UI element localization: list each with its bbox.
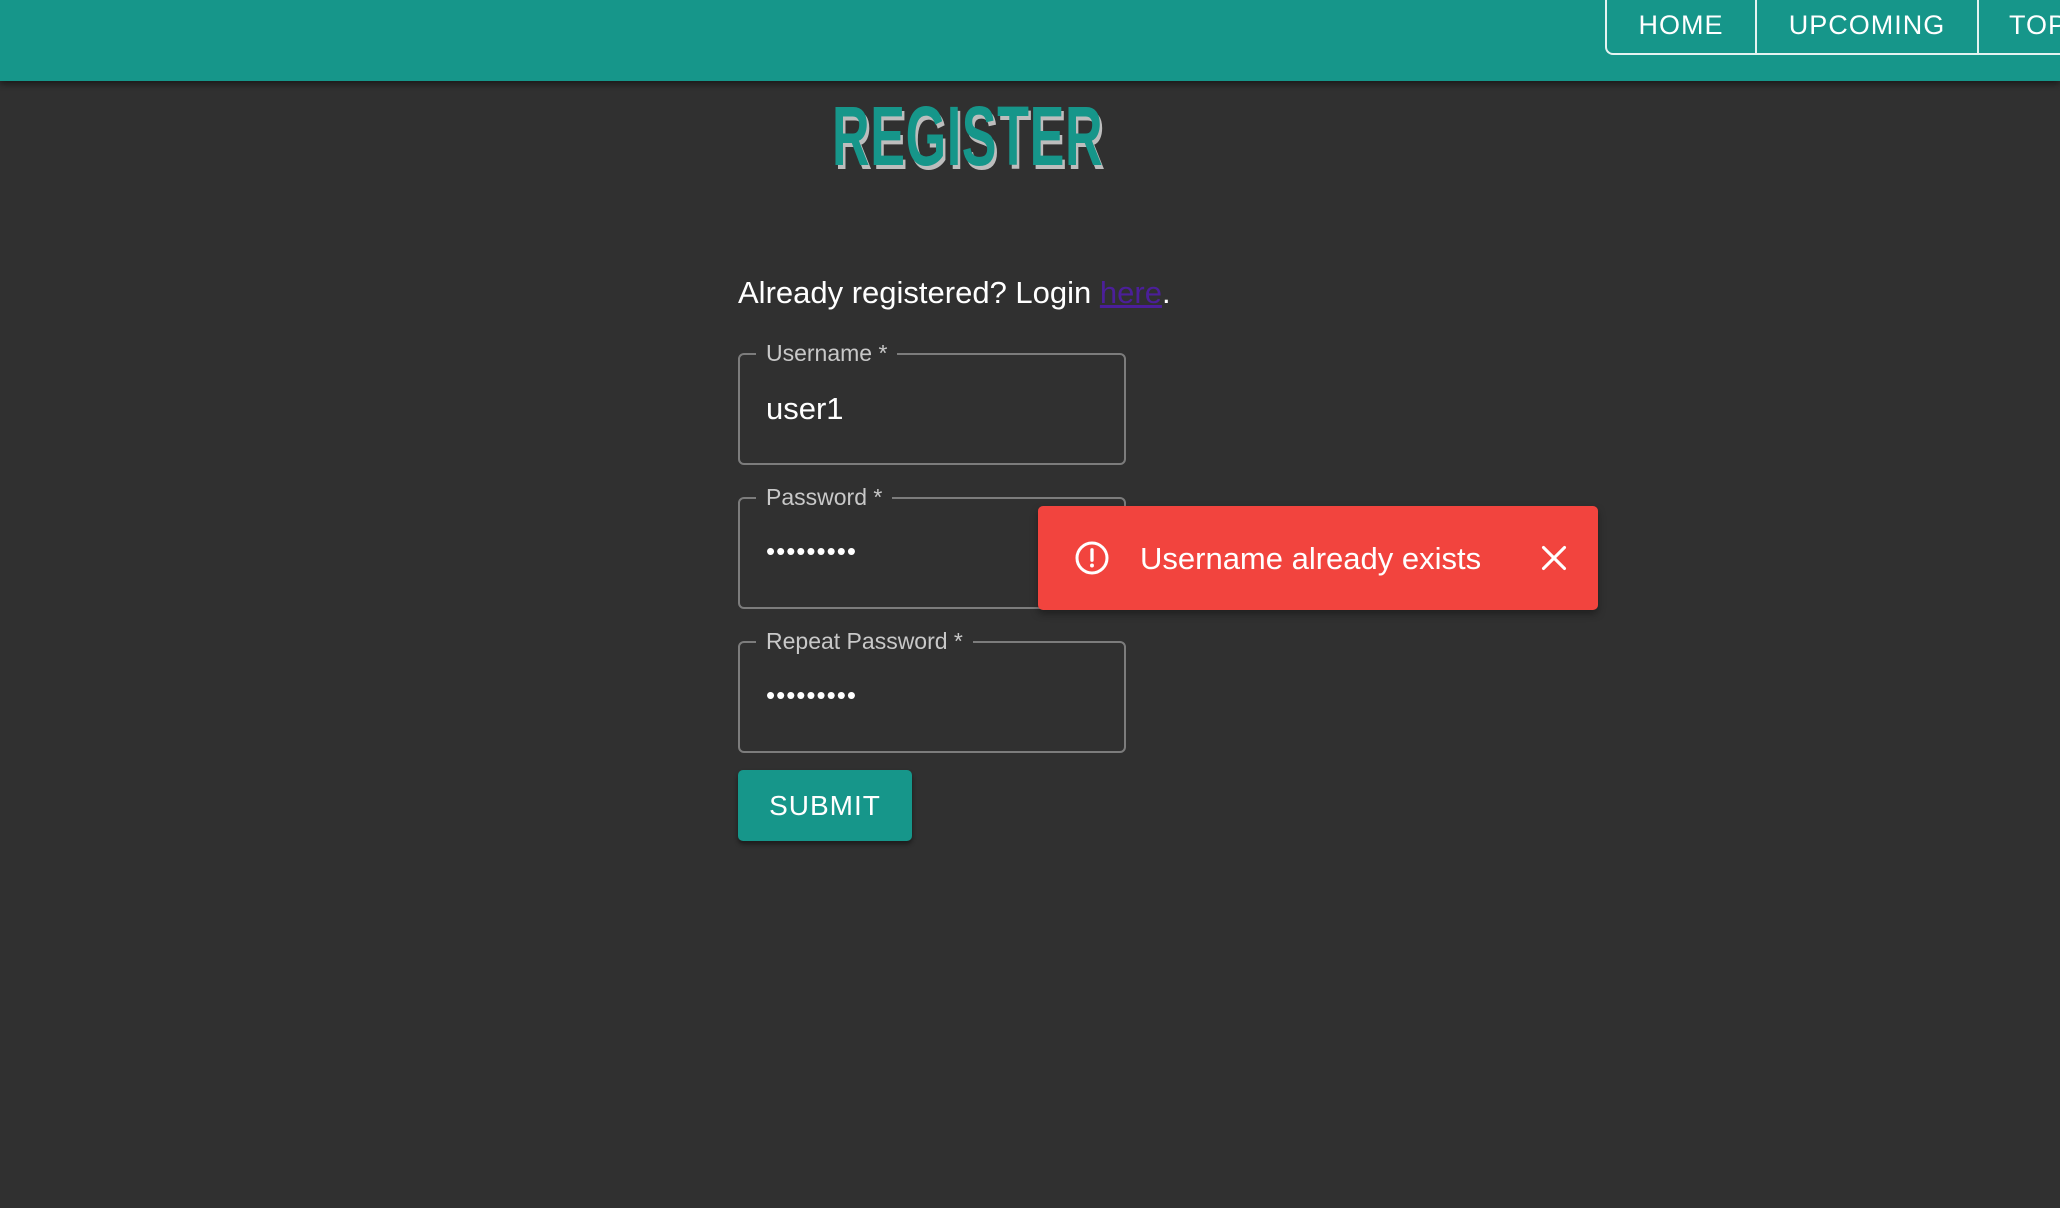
login-hint-period: . xyxy=(1161,275,1171,310)
submit-button[interactable]: SUBMIT xyxy=(738,770,912,841)
username-field[interactable]: Username * user1 xyxy=(738,338,1126,465)
nav-home-button[interactable]: HOME xyxy=(1607,0,1757,53)
password-label: Password * xyxy=(756,482,893,512)
login-hint: Already registered? Login here. xyxy=(738,275,1171,311)
error-toast: Username already exists xyxy=(1038,506,1598,610)
toast-message: Username already exists xyxy=(1140,541,1482,576)
repeat-password-input[interactable]: ••••••••• xyxy=(766,675,857,715)
username-input[interactable]: user1 xyxy=(766,389,844,429)
error-circle-icon xyxy=(1075,541,1109,575)
nav-upcoming-button[interactable]: UPCOMING xyxy=(1757,0,1979,53)
main-nav: HOME UPCOMING TOP xyxy=(1605,0,2060,55)
password-input[interactable]: ••••••••• xyxy=(766,531,857,571)
repeat-password-field[interactable]: Repeat Password * ••••••••• xyxy=(738,626,1126,753)
close-icon[interactable] xyxy=(1540,544,1568,572)
login-hint-text: Already registered? Login xyxy=(738,275,1100,310)
nav-top-button[interactable]: TOP xyxy=(1979,0,2060,53)
login-link[interactable]: here xyxy=(1100,275,1162,310)
username-label: Username * xyxy=(756,338,898,368)
top-app-bar: HOME UPCOMING TOP xyxy=(0,0,2060,81)
page-title: REGISTER xyxy=(832,89,1104,183)
repeat-password-label: Repeat Password * xyxy=(756,626,973,656)
